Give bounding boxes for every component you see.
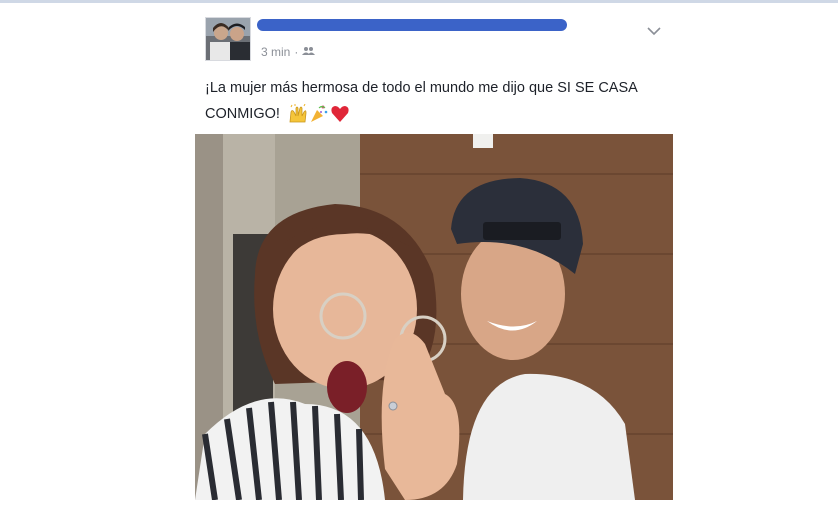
raised-hands-icon <box>289 104 307 123</box>
post-text: ¡La mujer más hermosa de todo el mundo m… <box>205 80 637 122</box>
meta-separator: · <box>294 45 299 59</box>
post-emojis <box>288 104 350 124</box>
window-top-border <box>0 0 838 3</box>
party-popper-icon <box>310 105 328 123</box>
engagement-selfie-image <box>195 134 673 500</box>
timestamp[interactable]: 3 min <box>261 45 290 59</box>
author-name-redacted <box>257 19 567 31</box>
red-heart-icon <box>331 106 349 123</box>
post-options-button[interactable] <box>643 20 665 42</box>
chevron-down-icon <box>647 26 661 35</box>
avatar-photo <box>206 18 250 60</box>
avatar[interactable] <box>205 17 251 61</box>
post-body: ¡La mujer más hermosa de todo el mundo m… <box>205 75 665 127</box>
post-photo[interactable] <box>195 134 673 500</box>
friends-icon[interactable] <box>302 45 316 59</box>
post-meta: 3 min · <box>261 45 316 59</box>
facebook-post: 3 min · ¡La mujer más hermosa de todo el… <box>195 8 673 500</box>
